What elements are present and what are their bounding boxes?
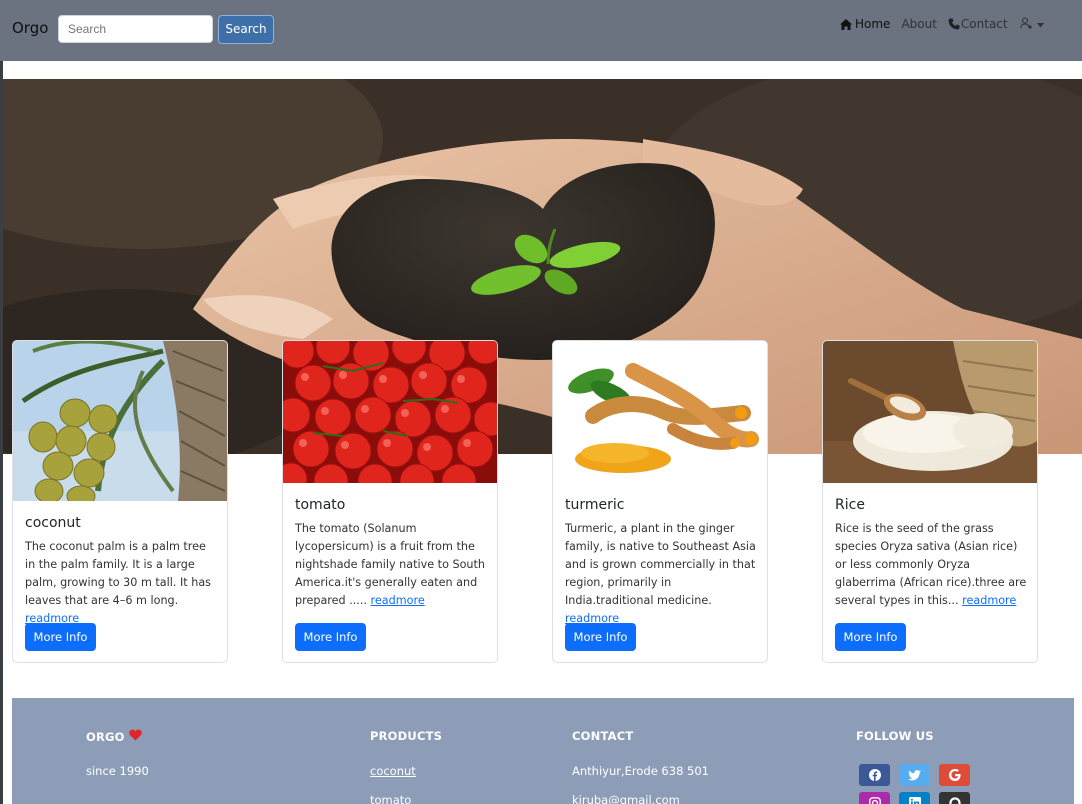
- card-text: The tomato (Solanum lycopersicum) is a f…: [295, 520, 487, 610]
- footer-product-link[interactable]: coconut: [370, 764, 416, 778]
- twitter-button[interactable]: [899, 764, 930, 786]
- footer-brand: ORGO: [86, 729, 142, 744]
- product-card-turmeric: turmeric Turmeric, a plant in the ginger…: [552, 340, 768, 663]
- linkedin-button[interactable]: [899, 792, 930, 804]
- tomato-image: [283, 341, 497, 483]
- facebook-icon: [868, 769, 881, 781]
- github-icon: [948, 797, 961, 804]
- search-button[interactable]: Search: [218, 15, 274, 44]
- coconut-image: [13, 341, 227, 501]
- more-info-button[interactable]: More Info: [835, 623, 906, 651]
- phone-icon: [948, 18, 960, 30]
- readmore-link[interactable]: readmore: [371, 594, 425, 607]
- google-icon: [948, 769, 961, 781]
- card-text: The coconut palm is a palm tree in the p…: [25, 538, 217, 628]
- footer: ORGO since 1990 PRODUCTS coconut tomato …: [12, 698, 1074, 804]
- card-title: tomato: [295, 497, 346, 513]
- products-heading: PRODUCTS: [370, 729, 443, 743]
- card-description: Turmeric, a plant in the ginger family, …: [565, 522, 756, 607]
- footer-address: Anthiyur,Erode 638 501: [572, 764, 709, 778]
- follow-heading: FOLLOW US: [856, 729, 934, 743]
- user-icon: [1019, 16, 1032, 32]
- chevron-down-icon: [1036, 17, 1044, 31]
- nav-home-label: Home: [855, 17, 891, 31]
- google-button[interactable]: [939, 764, 970, 786]
- card-title: Rice: [835, 497, 865, 513]
- card-text: Rice is the seed of the grass species Or…: [835, 520, 1027, 610]
- user-dropdown[interactable]: [1019, 16, 1044, 32]
- contact-heading: CONTACT: [572, 729, 634, 743]
- readmore-link[interactable]: readmore: [962, 594, 1016, 607]
- heart-icon: [128, 729, 142, 744]
- footer-brand-label: ORGO: [86, 729, 125, 744]
- product-card-tomato: tomato The tomato (Solanum lycopersicum)…: [282, 340, 498, 663]
- more-info-button[interactable]: More Info: [565, 623, 636, 651]
- linkedin-icon: [908, 797, 921, 804]
- card-title: coconut: [25, 515, 81, 531]
- nav-contact-label: Contact: [960, 17, 1008, 31]
- instagram-button[interactable]: [859, 792, 890, 804]
- footer-since: since 1990: [86, 764, 149, 778]
- nav-links: Home About Contact: [840, 16, 1044, 32]
- more-info-button[interactable]: More Info: [25, 623, 96, 651]
- footer-email[interactable]: kiruba@gmail.com: [572, 793, 680, 804]
- nav-contact[interactable]: Contact: [948, 17, 1008, 31]
- search-input[interactable]: [58, 15, 213, 43]
- nav-home[interactable]: Home: [840, 17, 890, 31]
- card-text: Turmeric, a plant in the ginger family, …: [565, 520, 757, 628]
- nav-about[interactable]: About: [901, 17, 936, 31]
- more-info-button[interactable]: More Info: [295, 623, 366, 651]
- card-title: turmeric: [565, 497, 625, 513]
- facebook-button[interactable]: [859, 764, 890, 786]
- twitter-icon: [908, 769, 921, 780]
- instagram-icon: [868, 797, 881, 804]
- home-icon: [840, 18, 852, 30]
- brand-logo[interactable]: Orgo: [12, 19, 48, 37]
- rice-image: [823, 341, 1037, 483]
- product-card-rice: Rice Rice is the seed of the grass speci…: [822, 340, 1038, 663]
- product-card-coconut: coconut The coconut palm is a palm tree …: [12, 340, 228, 663]
- footer-product-link[interactable]: tomato: [370, 793, 411, 804]
- navbar: Orgo Search Home About Contact: [0, 0, 1082, 61]
- github-button[interactable]: [939, 792, 970, 804]
- card-description: The coconut palm is a palm tree in the p…: [25, 540, 212, 607]
- turmeric-image: [553, 341, 767, 483]
